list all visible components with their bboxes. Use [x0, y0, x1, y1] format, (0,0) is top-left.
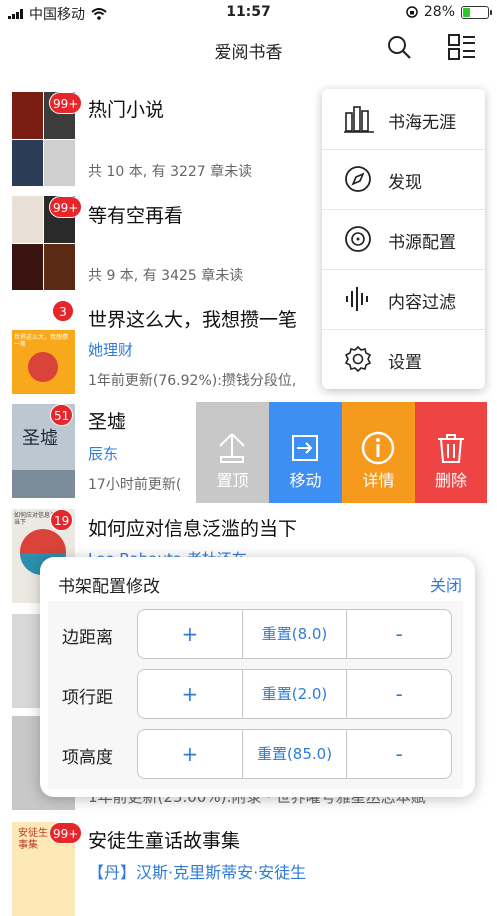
battery-percent: 28%: [423, 4, 455, 20]
pin-label: 置顶: [216, 471, 249, 490]
book-title: 安徒生童话故事集: [88, 830, 241, 852]
menu-item-library[interactable]: 书海无涯: [322, 89, 485, 150]
rotation-lock-icon: [406, 6, 418, 18]
menu-item-source-config[interactable]: 书源配置: [322, 209, 485, 270]
config-row-item-height: 项高度 + 重置(85.0) -: [48, 729, 463, 779]
close-button[interactable]: 关闭: [430, 572, 462, 596]
info-icon: [361, 431, 395, 465]
menu-item-discover[interactable]: 发现: [322, 149, 485, 210]
shelf-config-dialog: 书架配置修改 关闭 边距离 + 重置(8.0) - 项行距 + 重置(2.0) …: [40, 557, 475, 797]
menu-item-settings[interactable]: 设置: [322, 329, 485, 389]
book-author: 她理财: [88, 341, 134, 359]
book-title: 等有空再看: [88, 205, 184, 227]
book-info: 共 10 本, 有 3227 章未读: [88, 164, 253, 180]
list-menu-icon[interactable]: [448, 34, 476, 60]
unread-badge: 19: [50, 509, 74, 531]
book-item[interactable]: 安徒生 故事集 99+ 安徒生童话故事集 【丹】汉斯·克里斯蒂安·安徒生: [0, 820, 497, 916]
book-info: 17小时前更新(: [88, 477, 182, 493]
search-icon[interactable]: [386, 34, 412, 60]
status-bar: 中国移动 11:57 28%: [0, 0, 497, 26]
row-label: 边距离: [62, 628, 113, 648]
book-title: 热门小说: [88, 99, 165, 121]
unread-badge: 51: [50, 404, 74, 426]
disc-icon: [345, 226, 371, 252]
reset-button[interactable]: 重置(8.0): [243, 610, 348, 658]
pin-top-icon: [219, 433, 245, 463]
status-right: 28%: [406, 4, 492, 20]
menu-item-label: 设置: [388, 353, 422, 373]
menu-item-label: 书海无涯: [388, 113, 456, 133]
increase-button[interactable]: +: [138, 670, 243, 718]
row-label: 项高度: [62, 748, 113, 768]
move-button[interactable]: 移动: [269, 402, 342, 503]
trash-icon: [438, 434, 464, 463]
book-info: 共 9 本, 有 3425 章未读: [88, 268, 244, 284]
unread-badge: 3: [52, 300, 74, 322]
book-title: 圣墟: [88, 411, 127, 433]
move-label: 移动: [289, 471, 322, 490]
page-title: 爱阅书香: [214, 43, 283, 63]
detail-label: 详情: [362, 471, 395, 490]
menu-item-content-filter[interactable]: 内容过滤: [322, 269, 485, 330]
row-label: 项行距: [62, 688, 113, 708]
unread-badge: 99+: [49, 92, 83, 114]
compass-icon: [345, 166, 371, 192]
stepper-control: + 重置(85.0) -: [137, 729, 452, 779]
delete-label: 删除: [434, 471, 467, 490]
delete-button[interactable]: 删除: [415, 402, 487, 503]
battery-icon: [461, 5, 492, 19]
book-info: 1年前更新(76.92%):攒钱分段位,: [88, 373, 297, 389]
cover-text: 圣墟: [22, 428, 58, 449]
increase-button[interactable]: +: [138, 730, 243, 778]
dialog-body: 边距离 + 重置(8.0) - 项行距 + 重置(2.0) - 项高度 + 重置…: [48, 601, 463, 789]
gear-icon: [344, 345, 372, 373]
stepper-control: + 重置(2.0) -: [137, 669, 452, 719]
book-title: 如何应对信息泛滥的当下: [88, 518, 298, 540]
config-row-margin: 边距离 + 重置(8.0) -: [48, 609, 463, 659]
cover-text: 世界这么大，我想攒一笔: [14, 334, 69, 348]
detail-button[interactable]: 详情: [342, 402, 415, 503]
menu-item-label: 内容过滤: [388, 293, 456, 313]
decrease-button[interactable]: -: [347, 670, 451, 718]
book-title: 世界这么大，我想攒一笔: [88, 309, 298, 331]
decrease-button[interactable]: -: [347, 730, 451, 778]
move-icon: [292, 435, 318, 461]
menu-item-label: 书源配置: [388, 233, 456, 253]
unread-badge: 99+: [49, 822, 83, 844]
reset-button[interactable]: 重置(85.0): [243, 730, 348, 778]
pin-button[interactable]: 置顶: [196, 402, 269, 503]
decrease-button[interactable]: -: [347, 610, 451, 658]
config-row-line-spacing: 项行距 + 重置(2.0) -: [48, 669, 463, 719]
book-author: 辰东: [88, 445, 119, 463]
menu-item-label: 发现: [388, 173, 422, 193]
increase-button[interactable]: +: [138, 610, 243, 658]
waveform-icon: [346, 287, 368, 311]
stepper-control: + 重置(8.0) -: [137, 609, 452, 659]
library-books-icon: [344, 106, 374, 133]
nav-bar: 爱阅书香: [0, 26, 497, 70]
book-author: 【丹】汉斯·克里斯蒂安·安徒生: [88, 863, 307, 882]
swipe-actions: 置顶 移动 详情 删除: [196, 402, 487, 503]
reset-button[interactable]: 重置(2.0): [243, 670, 348, 718]
popup-menu: 书海无涯 发现 书源配置 内容过滤 设置: [322, 89, 485, 389]
unread-badge: 99+: [49, 196, 83, 218]
dialog-title: 书架配置修改: [58, 577, 160, 597]
